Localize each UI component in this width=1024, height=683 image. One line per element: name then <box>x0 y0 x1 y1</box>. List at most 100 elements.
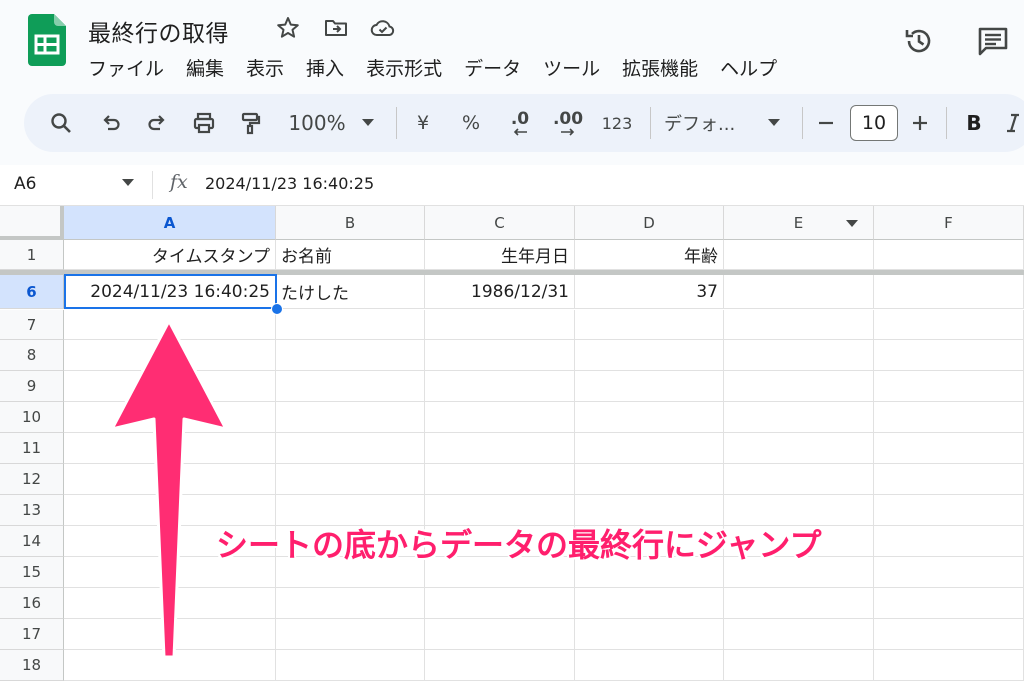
more-formats-button[interactable]: 123 <box>598 94 636 152</box>
cell-b1[interactable]: お名前 <box>276 240 425 270</box>
cell-e8[interactable] <box>724 340 874 371</box>
zoom-value[interactable]: 100% <box>286 94 348 152</box>
menu-insert[interactable]: 挿入 <box>306 54 344 82</box>
row-header-11[interactable]: 11 <box>0 433 64 464</box>
cell-d18[interactable] <box>575 650 724 681</box>
cell-b6[interactable]: たけした <box>276 275 425 309</box>
cell-a1[interactable]: タイムスタンプ <box>64 240 276 270</box>
cloud-saved-icon[interactable] <box>369 14 397 42</box>
column-header-c[interactable]: C <box>425 206 575 240</box>
cell-d6[interactable]: 37 <box>575 275 724 309</box>
search-menus-button[interactable] <box>46 94 76 152</box>
font-family-select[interactable]: デフォ... <box>664 94 752 152</box>
cell-e17[interactable] <box>724 619 874 650</box>
name-box-dropdown-icon[interactable] <box>122 179 134 187</box>
row-header-1[interactable]: 1 <box>0 240 64 270</box>
decrease-font-size-button[interactable] <box>814 94 838 152</box>
name-box[interactable]: A6 <box>14 174 36 194</box>
cell-d12[interactable] <box>575 464 724 495</box>
cell-c7[interactable] <box>425 310 575 340</box>
column-header-b[interactable]: B <box>276 206 425 240</box>
fill-handle[interactable] <box>271 303 283 315</box>
cell-e9[interactable] <box>724 371 874 402</box>
cell-d16[interactable] <box>575 588 724 619</box>
cell-d11[interactable] <box>575 433 724 464</box>
italic-button[interactable] <box>1002 94 1024 152</box>
percent-format-button[interactable]: % <box>458 94 484 152</box>
cell-f16[interactable] <box>874 588 1024 619</box>
select-all-corner[interactable] <box>0 206 64 240</box>
row-header-14[interactable]: 14 <box>0 526 64 557</box>
increase-decimal-button[interactable]: .00 <box>548 94 588 152</box>
cell-c9[interactable] <box>425 371 575 402</box>
cell-e18[interactable] <box>724 650 874 681</box>
menu-view[interactable]: 表示 <box>246 54 284 82</box>
cell-d9[interactable] <box>575 371 724 402</box>
sheets-logo-icon[interactable] <box>28 14 66 66</box>
cell-d7[interactable] <box>575 310 724 340</box>
cell-f13[interactable] <box>874 495 1024 526</box>
cell-f10[interactable] <box>874 402 1024 433</box>
row-header-16[interactable]: 16 <box>0 588 64 619</box>
cell-b7[interactable] <box>276 310 425 340</box>
star-icon[interactable] <box>274 14 302 42</box>
cell-c1[interactable]: 生年月日 <box>425 240 575 270</box>
undo-button[interactable] <box>96 94 126 152</box>
menu-data[interactable]: データ <box>464 54 521 82</box>
column-menu-icon[interactable] <box>846 220 858 228</box>
cell-c11[interactable] <box>425 433 575 464</box>
menu-edit[interactable]: 編集 <box>186 54 224 82</box>
row-header-12[interactable]: 12 <box>0 464 64 495</box>
menu-help[interactable]: ヘルプ <box>720 54 777 82</box>
document-title[interactable]: 最終行の取得 <box>88 14 229 48</box>
print-button[interactable] <box>188 94 220 152</box>
cell-e11[interactable] <box>724 433 874 464</box>
font-size-input[interactable]: 10 <box>850 105 898 141</box>
cell-b18[interactable] <box>276 650 425 681</box>
cell-c18[interactable] <box>425 650 575 681</box>
cell-e10[interactable] <box>724 402 874 433</box>
font-family-dropdown[interactable] <box>764 94 784 152</box>
column-header-f[interactable]: F <box>874 206 1024 240</box>
cell-f9[interactable] <box>874 371 1024 402</box>
cell-f14[interactable] <box>874 526 1024 557</box>
cell-f6[interactable] <box>874 275 1024 309</box>
menu-tools[interactable]: ツール <box>543 54 600 82</box>
redo-button[interactable] <box>142 94 172 152</box>
cell-b9[interactable] <box>276 371 425 402</box>
cell-c6[interactable]: 1986/12/31 <box>425 275 575 309</box>
cell-c17[interactable] <box>425 619 575 650</box>
row-header-15[interactable]: 15 <box>0 557 64 588</box>
cell-e1[interactable] <box>724 240 874 270</box>
cell-e7[interactable] <box>724 310 874 340</box>
cell-c8[interactable] <box>425 340 575 371</box>
increase-font-size-button[interactable] <box>908 94 932 152</box>
column-header-d[interactable]: D <box>575 206 724 240</box>
row-header-13[interactable]: 13 <box>0 495 64 526</box>
cell-b16[interactable] <box>276 588 425 619</box>
decrease-decimal-button[interactable]: .0 <box>502 94 538 152</box>
cell-f1[interactable] <box>874 240 1024 270</box>
row-header-7[interactable]: 7 <box>0 310 64 340</box>
cell-c12[interactable] <box>425 464 575 495</box>
cell-e6[interactable] <box>724 275 874 309</box>
menu-extensions[interactable]: 拡張機能 <box>622 54 698 82</box>
menu-format[interactable]: 表示形式 <box>366 54 442 82</box>
zoom-dropdown[interactable] <box>358 94 378 152</box>
currency-format-button[interactable]: ¥ <box>410 94 436 152</box>
cell-f12[interactable] <box>874 464 1024 495</box>
column-header-a[interactable]: A <box>64 206 276 240</box>
cell-b11[interactable] <box>276 433 425 464</box>
version-history-icon[interactable] <box>902 24 936 58</box>
row-header-9[interactable]: 9 <box>0 371 64 402</box>
cell-b12[interactable] <box>276 464 425 495</box>
cell-d17[interactable] <box>575 619 724 650</box>
cell-f17[interactable] <box>874 619 1024 650</box>
cell-b10[interactable] <box>276 402 425 433</box>
cell-e12[interactable] <box>724 464 874 495</box>
cell-d8[interactable] <box>575 340 724 371</box>
formula-input[interactable]: 2024/11/23 16:40:25 <box>205 174 374 193</box>
cell-c10[interactable] <box>425 402 575 433</box>
cell-f15[interactable] <box>874 557 1024 588</box>
cell-b8[interactable] <box>276 340 425 371</box>
